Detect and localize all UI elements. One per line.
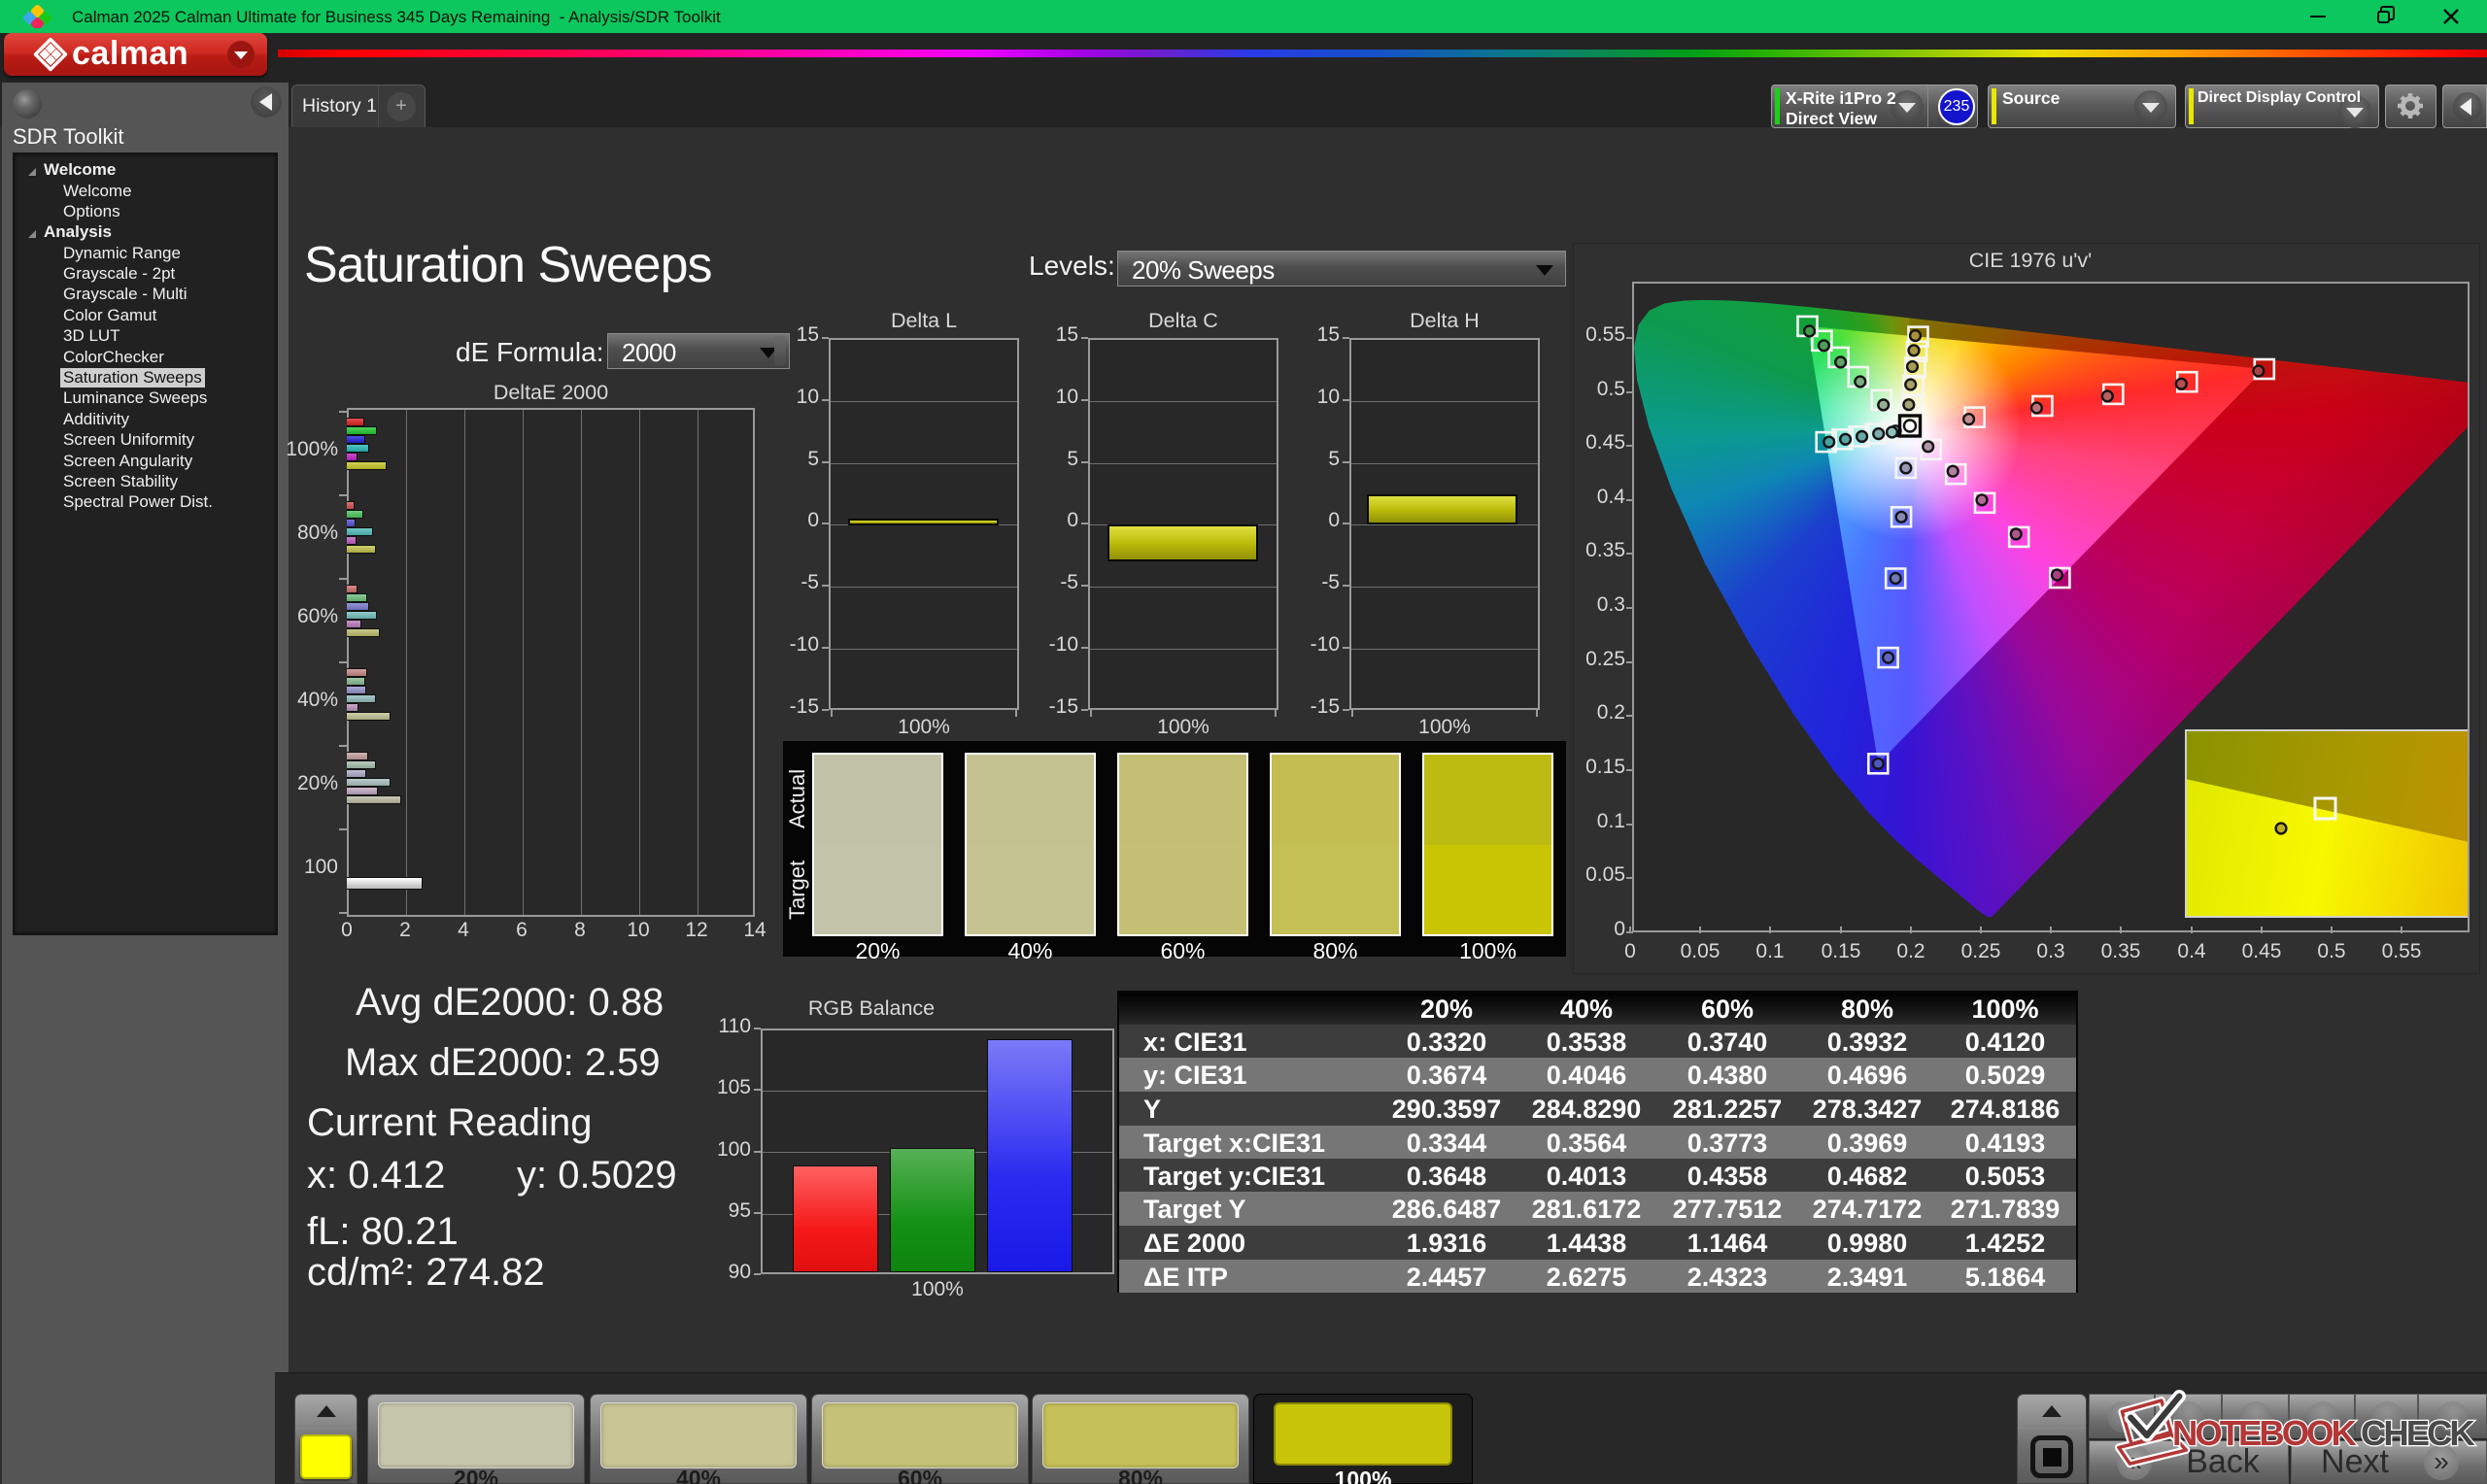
svg-text:calman: calman xyxy=(72,35,188,72)
svg-text:CHECK: CHECK xyxy=(2361,1413,2475,1453)
svg-text:NOTEBOOK: NOTEBOOK xyxy=(2172,1413,2358,1453)
